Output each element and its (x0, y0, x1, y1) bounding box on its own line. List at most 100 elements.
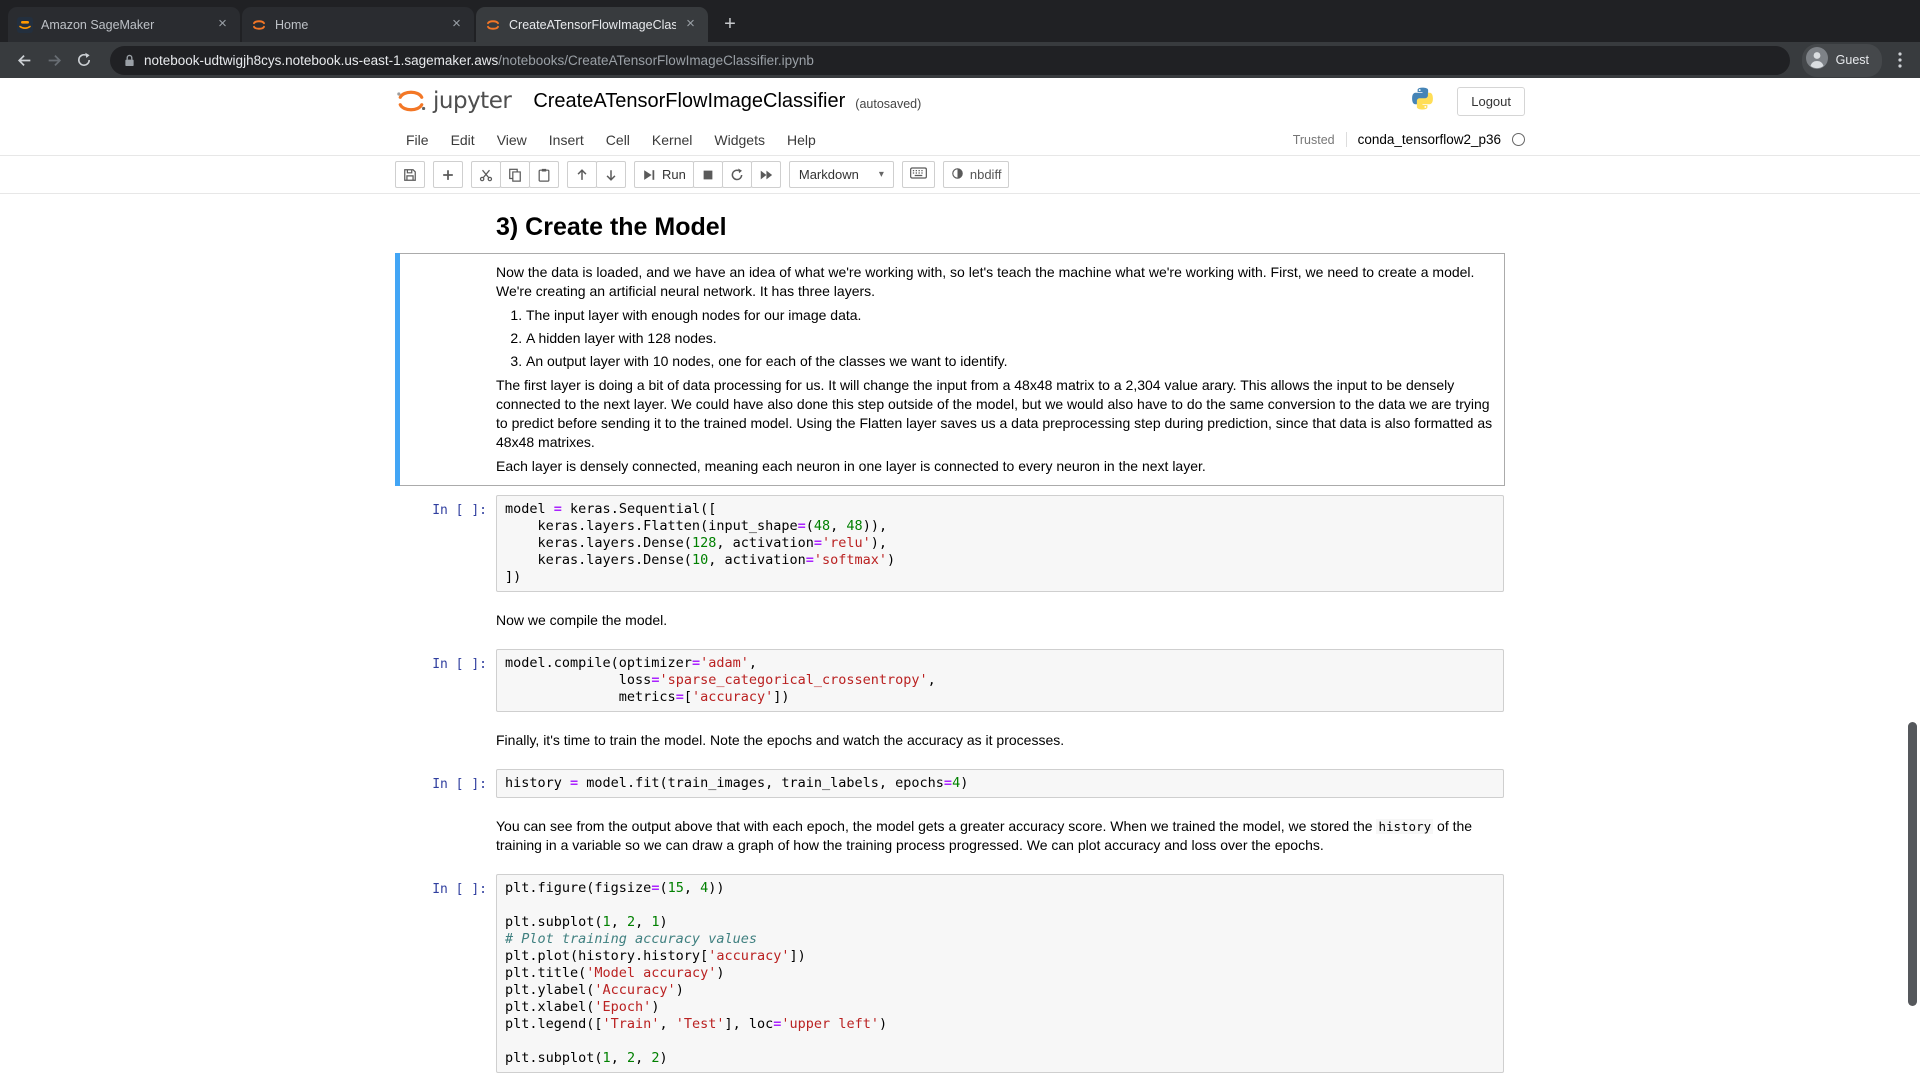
paste-cells-button[interactable] (529, 161, 559, 188)
code-line: plt.title('Model accuracy') (505, 965, 1495, 982)
cell-content: model.compile(optimizer='adam', loss='sp… (496, 649, 1504, 712)
toolbar-group: Run (634, 161, 781, 188)
notebook-cell-code[interactable]: In [ ]:model.compile(optimizer='adam', l… (395, 644, 1505, 717)
cell-content: model = keras.Sequential([ keras.layers.… (496, 495, 1504, 592)
restart-kernel-button[interactable] (722, 161, 752, 188)
address-bar[interactable]: notebook-udtwigjh8cys.notebook.us-east-1… (110, 46, 1790, 75)
command-palette-button[interactable] (902, 161, 935, 188)
scrollbar-thumb[interactable] (1908, 722, 1917, 1006)
copy-icon (508, 168, 522, 182)
browser-tab[interactable]: CreateATensorFlowImageClas...× (476, 7, 708, 42)
code-input-area[interactable]: model.compile(optimizer='adam', loss='sp… (496, 649, 1504, 712)
insert-cell-below-button[interactable] (433, 161, 463, 188)
browser-tab[interactable]: Home× (242, 7, 474, 42)
menu-help[interactable]: Help (776, 126, 827, 154)
menu-kernel[interactable]: Kernel (641, 126, 703, 154)
reload-button[interactable] (70, 46, 98, 74)
notebook-cell-markdown[interactable]: Finally, it's time to train the model. N… (395, 721, 1505, 760)
reload-icon (76, 52, 92, 68)
cell-prompt (396, 211, 496, 244)
code-line: model.compile(optimizer='adam', (505, 655, 1495, 672)
code-line: plt.subplot(1, 2, 2) (505, 1050, 1495, 1067)
code-input-area[interactable]: model = keras.Sequential([ keras.layers.… (496, 495, 1504, 592)
cell-prompt (396, 726, 496, 755)
scissors-icon (479, 168, 493, 182)
move-cell-up-button[interactable] (567, 161, 597, 188)
url-path: /notebooks/CreateATensorFlowImageClassif… (498, 53, 814, 68)
forward-icon (46, 52, 63, 69)
tab-close-icon[interactable]: × (214, 16, 231, 33)
markdown-paragraph: You can see from the output above that w… (496, 817, 1504, 855)
chevron-down-icon: ▾ (879, 169, 884, 180)
cell-prompt: In [ ]: (396, 649, 496, 712)
cell-prompt (396, 606, 496, 635)
notebook-title[interactable]: CreateATensorFlowImageClassifier (533, 90, 845, 113)
cell-type-dropdown[interactable]: Markdown ▾ (789, 161, 894, 188)
save-button[interactable] (395, 161, 425, 188)
browser-menu-icon[interactable] (1890, 46, 1910, 74)
python-logo-icon (1410, 86, 1435, 116)
kernel-status-icon (1512, 133, 1525, 146)
notebook-cell-heading[interactable]: 3) Create the Model (395, 206, 1505, 249)
menu-insert[interactable]: Insert (538, 126, 595, 154)
menu-right: Trusted conda_tensorflow2_p36 (1293, 132, 1525, 147)
code-line: loss='sparse_categorical_crossentropy', (505, 672, 1495, 689)
notebook-cell-code[interactable]: In [ ]:history = model.fit(train_images,… (395, 764, 1505, 803)
cell-content: history = model.fit(train_images, train_… (496, 769, 1504, 798)
tab-close-icon[interactable]: × (682, 16, 699, 33)
code-line: plt.legend(['Train', 'Test'], loc='upper… (505, 1016, 1495, 1033)
new-tab-button[interactable]: + (716, 10, 744, 38)
code-line: # Plot training accuracy values (505, 931, 1495, 948)
jupyter-planet-icon (395, 87, 427, 115)
section-heading: 3) Create the Model (496, 211, 1504, 244)
menu-file[interactable]: File (395, 126, 440, 154)
back-button[interactable] (10, 46, 38, 74)
tabs-container: Amazon SageMaker×Home×CreateATensorFlowI… (8, 7, 710, 42)
menu-widgets[interactable]: Widgets (703, 126, 776, 154)
trusted-badge: Trusted (1293, 133, 1335, 147)
interrupt-kernel-button[interactable] (693, 161, 723, 188)
profile-label: Guest (1836, 53, 1869, 67)
jupyter-logo[interactable]: jupyter (395, 87, 511, 115)
code-line (505, 1033, 1495, 1050)
cut-cells-button[interactable] (471, 161, 501, 188)
notebook-cell-code[interactable]: In [ ]:plt.figure(figsize=(15, 4)) plt.s… (395, 869, 1505, 1078)
notebook-cell-markdown[interactable]: You can see from the output above that w… (395, 807, 1505, 865)
stop-icon (701, 168, 715, 182)
list-item: An output layer with 10 nodes, one for e… (526, 352, 1504, 371)
browser-chrome: Amazon SageMaker×Home×CreateATensorFlowI… (0, 0, 1920, 78)
copy-cells-button[interactable] (500, 161, 530, 188)
jupyter-logo-text: jupyter (433, 88, 511, 114)
menu-cell[interactable]: Cell (595, 126, 641, 154)
markdown-paragraph: Finally, it's time to train the model. N… (496, 731, 1504, 750)
keyboard-icon (910, 167, 927, 182)
code-line: model = keras.Sequential([ (505, 501, 1495, 518)
forward-button[interactable] (40, 46, 68, 74)
browser-tab[interactable]: Amazon SageMaker× (8, 7, 240, 42)
markdown-paragraph: Each layer is densely connected, meaning… (496, 457, 1504, 476)
toolbar-group (433, 161, 463, 188)
code-line: metrics=['accuracy']) (505, 689, 1495, 706)
profile-chip[interactable]: Guest (1802, 44, 1882, 77)
menu-edit[interactable]: Edit (440, 126, 486, 154)
nbdiff-label: nbdiff (970, 167, 1002, 182)
code-line (505, 897, 1495, 914)
notebook-cell-markdown[interactable]: Now the data is loaded, and we have an i… (395, 253, 1505, 486)
move-cell-down-button[interactable] (596, 161, 626, 188)
tab-close-icon[interactable]: × (448, 16, 465, 33)
menu-bar: FileEditViewInsertCellKernelWidgetsHelp … (0, 124, 1920, 156)
code-input-area[interactable]: history = model.fit(train_images, train_… (496, 769, 1504, 798)
restart-run-all-button[interactable] (751, 161, 781, 188)
logout-button[interactable]: Logout (1457, 87, 1525, 116)
code-line: plt.xlabel('Epoch') (505, 999, 1495, 1016)
notebook-cell-code[interactable]: In [ ]:model = keras.Sequential([ keras.… (395, 490, 1505, 597)
run-button[interactable]: Run (634, 161, 694, 188)
nbdiff-icon (951, 167, 964, 183)
code-line: plt.subplot(1, 2, 1) (505, 914, 1495, 931)
nbdiff-button[interactable]: nbdiff (943, 161, 1010, 188)
code-input-area[interactable]: plt.figure(figsize=(15, 4)) plt.subplot(… (496, 874, 1504, 1073)
clipboard-icon (537, 168, 551, 182)
menu-view[interactable]: View (486, 126, 538, 154)
notebook-cell-markdown[interactable]: Now we compile the model. (395, 601, 1505, 640)
markdown-paragraph: Now the data is loaded, and we have an i… (496, 263, 1504, 301)
